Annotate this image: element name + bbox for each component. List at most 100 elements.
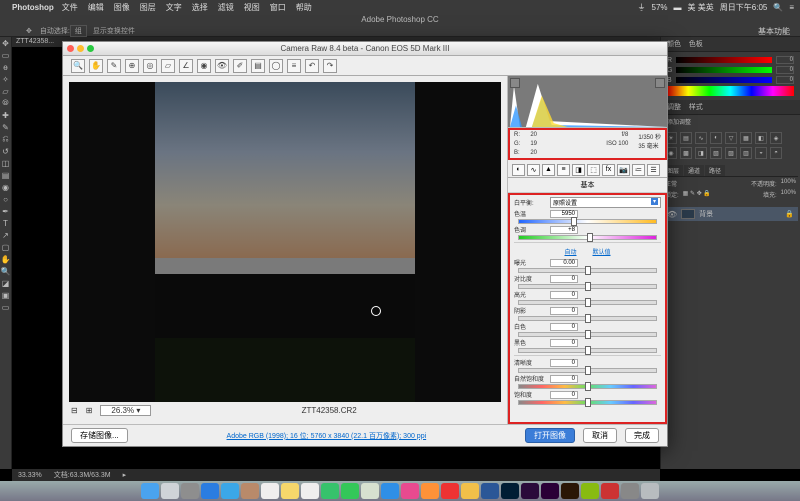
dock-photoshop[interactable] bbox=[501, 483, 519, 499]
dock-maps[interactable] bbox=[361, 483, 379, 499]
status-zoom[interactable]: 33.33% bbox=[18, 472, 42, 479]
saturation-value[interactable]: 0 bbox=[550, 391, 578, 399]
dock-word[interactable] bbox=[481, 483, 499, 499]
eraser-tool[interactable]: ◫ bbox=[0, 157, 11, 169]
adj-levels-icon[interactable]: ▤ bbox=[680, 132, 692, 144]
g-value[interactable]: 0 bbox=[776, 66, 794, 74]
dock-messages[interactable] bbox=[321, 483, 339, 499]
contrast-value[interactable]: 0 bbox=[550, 275, 578, 283]
hand-tool[interactable]: ✋ bbox=[0, 253, 11, 265]
save-image-button[interactable]: 存储图像... bbox=[71, 428, 128, 443]
cr-zoom-out-icon[interactable]: ⊟ bbox=[71, 406, 78, 415]
cr-tab-split-icon[interactable]: ◨ bbox=[572, 164, 585, 176]
dock-trash[interactable] bbox=[641, 483, 659, 499]
dock-app2[interactable] bbox=[601, 483, 619, 499]
dock-facetime[interactable] bbox=[341, 483, 359, 499]
cr-tab-presets-icon[interactable]: ≔ bbox=[632, 164, 645, 176]
tab-color[interactable]: 颜色 bbox=[667, 41, 681, 48]
tint-slider[interactable] bbox=[518, 235, 657, 240]
tab-styles[interactable]: 样式 bbox=[689, 104, 703, 111]
adj-invert-icon[interactable]: ◨ bbox=[695, 147, 707, 159]
menu-window[interactable]: 窗口 bbox=[270, 2, 286, 13]
wb-dropdown[interactable]: 原照设置 bbox=[550, 197, 661, 208]
cr-wb-tool[interactable]: ✎ bbox=[107, 59, 121, 73]
cr-tab-curve-icon[interactable]: ∿ bbox=[527, 164, 540, 176]
cr-sampler-tool[interactable]: ⊕ bbox=[125, 59, 139, 73]
dock-app3[interactable] bbox=[621, 483, 639, 499]
default-link[interactable]: 默认值 bbox=[593, 247, 611, 256]
fg-bg-swatch[interactable]: ◪ bbox=[0, 277, 11, 289]
menu-view[interactable]: 视图 bbox=[244, 2, 260, 13]
dock-mail[interactable] bbox=[221, 483, 239, 499]
auto-select-dropdown[interactable]: 组 bbox=[70, 25, 87, 37]
adj-selective-icon[interactable]: ◒ bbox=[755, 147, 767, 159]
done-button[interactable]: 完成 bbox=[625, 428, 659, 443]
cr-tab-snapshots-icon[interactable]: ☰ bbox=[647, 164, 660, 176]
cr-rotate-ccw[interactable]: ↶ bbox=[305, 59, 319, 73]
cr-rotate-cw[interactable]: ↷ bbox=[323, 59, 337, 73]
cr-tab-hsl-icon[interactable]: ≡ bbox=[557, 164, 570, 176]
adj-photo-filter-icon[interactable]: ◈ bbox=[770, 132, 782, 144]
auto-link[interactable]: 自动 bbox=[564, 247, 576, 256]
pen-tool[interactable]: ✒ bbox=[0, 205, 11, 217]
adj-colormap-icon[interactable]: ◓ bbox=[770, 147, 782, 159]
adj-gradient-icon[interactable]: ▥ bbox=[740, 147, 752, 159]
menu-select[interactable]: 选择 bbox=[192, 2, 208, 13]
dock-aftereffects[interactable] bbox=[521, 483, 539, 499]
eyedropper-tool[interactable]: ⦾ bbox=[0, 97, 11, 109]
cr-tab-camera-icon[interactable]: 📷 bbox=[617, 164, 630, 176]
vibrance-value[interactable]: 0 bbox=[550, 375, 578, 383]
cr-tab-detail-icon[interactable]: ▲ bbox=[542, 164, 555, 176]
menu-layer[interactable]: 图层 bbox=[140, 2, 156, 13]
dock-contacts[interactable] bbox=[241, 483, 259, 499]
cr-prefs[interactable]: ≡ bbox=[287, 59, 301, 73]
cr-tab-basic-icon[interactable]: ◐ bbox=[512, 164, 525, 176]
spectrum-bar[interactable] bbox=[667, 86, 794, 96]
wand-tool[interactable]: ✧ bbox=[0, 73, 11, 85]
tab-paths[interactable]: 路径 bbox=[705, 165, 725, 176]
g-slider[interactable] bbox=[676, 67, 772, 73]
cr-spot-tool[interactable]: ◉ bbox=[197, 59, 211, 73]
zoom-icon[interactable] bbox=[87, 45, 94, 52]
contrast-slider[interactable] bbox=[518, 284, 657, 289]
tab-channels[interactable]: 通道 bbox=[684, 165, 704, 176]
shadows-value[interactable]: 0 bbox=[550, 307, 578, 315]
cr-zoom-in-icon[interactable]: ⊞ bbox=[86, 406, 93, 415]
vibrance-slider[interactable] bbox=[518, 384, 657, 389]
layer-background[interactable]: 👁 背景 🔒 bbox=[663, 207, 798, 221]
zoom-tool[interactable]: 🔍 bbox=[0, 265, 11, 277]
workspace-button[interactable]: 基本功能 bbox=[758, 26, 790, 37]
cr-grad-filter[interactable]: ▤ bbox=[251, 59, 265, 73]
dock-launchpad[interactable] bbox=[161, 483, 179, 499]
flag-icon[interactable]: ▬ bbox=[674, 3, 682, 12]
menu-filter[interactable]: 滤镜 bbox=[218, 2, 234, 13]
dock-reminders[interactable] bbox=[301, 483, 319, 499]
dock-app1[interactable] bbox=[581, 483, 599, 499]
screenmode-toggle[interactable]: ▭ bbox=[0, 301, 11, 313]
search-icon[interactable]: 🔍 bbox=[773, 3, 783, 12]
dock-calendar[interactable] bbox=[261, 483, 279, 499]
stamp-tool[interactable]: ⎌ bbox=[0, 133, 11, 145]
cr-image-preview[interactable] bbox=[69, 82, 501, 402]
visibility-icon[interactable]: 👁 bbox=[667, 210, 677, 219]
exposure-slider[interactable] bbox=[518, 268, 657, 273]
dock-settings[interactable] bbox=[181, 483, 199, 499]
cr-hand-tool[interactable]: ✋ bbox=[89, 59, 103, 73]
open-image-button[interactable]: 打开图像 bbox=[525, 428, 575, 443]
r-slider[interactable] bbox=[676, 57, 772, 63]
menu-edit[interactable]: 编辑 bbox=[88, 2, 104, 13]
blacks-value[interactable]: 0 bbox=[550, 339, 578, 347]
whites-slider[interactable] bbox=[518, 332, 657, 337]
adj-vibrance-icon[interactable]: ▽ bbox=[725, 132, 737, 144]
lasso-tool[interactable]: ɵ bbox=[0, 61, 11, 73]
blacks-slider[interactable] bbox=[518, 348, 657, 353]
cr-crop-tool[interactable]: ▱ bbox=[161, 59, 175, 73]
tint-value[interactable]: +8 bbox=[550, 226, 578, 234]
dock-notes[interactable] bbox=[281, 483, 299, 499]
cr-radial-filter[interactable]: ◯ bbox=[269, 59, 283, 73]
tab-swatches[interactable]: 色板 bbox=[689, 41, 703, 48]
adj-exposure-icon[interactable]: ◐ bbox=[710, 132, 722, 144]
cancel-button[interactable]: 取消 bbox=[583, 428, 617, 443]
opacity-value[interactable]: 100% bbox=[781, 179, 796, 188]
path-tool[interactable]: ↗ bbox=[0, 229, 11, 241]
